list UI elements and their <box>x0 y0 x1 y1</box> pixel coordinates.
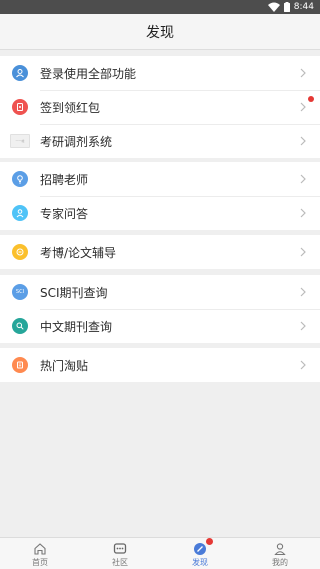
chevron-right-icon <box>300 208 306 218</box>
menu-group-tutoring: 考博/论文辅导 <box>0 235 320 269</box>
tab-label: 我的 <box>272 558 288 567</box>
chevron-right-icon <box>300 136 306 146</box>
tab-mine[interactable]: 我的 <box>240 538 320 569</box>
menu-item-sci-journal[interactable]: SCI SCI期刊查询 <box>0 275 320 309</box>
chevron-right-icon <box>300 247 306 257</box>
chevron-right-icon <box>300 321 306 331</box>
status-bar: 8:44 <box>0 0 320 14</box>
search-icon <box>12 318 28 334</box>
tab-home[interactable]: 首页 <box>0 538 80 569</box>
coin-icon <box>12 244 28 260</box>
user-icon <box>12 65 28 81</box>
profile-icon <box>274 543 286 556</box>
menu-item-label: 登录使用全部功能 <box>40 66 137 81</box>
menu-item-label: 中文期刊查询 <box>40 319 113 334</box>
menu-group-journals: SCI SCI期刊查询 中文期刊查询 <box>0 275 320 343</box>
tab-community[interactable]: 社区 <box>80 538 160 569</box>
menu-item-label: 招聘老师 <box>40 172 89 187</box>
menu-group-account: 登录使用全部功能 签到领红包 一一峰 考研调剂系统 <box>0 56 320 158</box>
bulb-icon <box>12 171 28 187</box>
sci-icon: SCI <box>12 284 28 300</box>
chat-icon <box>113 543 127 554</box>
tab-label: 社区 <box>112 558 128 567</box>
menu-item-chinese-journal[interactable]: 中文期刊查询 <box>0 309 320 343</box>
menu-group-posts: 热门淘贴 <box>0 348 320 382</box>
adjust-system-logo: 一一峰 <box>10 134 30 148</box>
menu-item-adjust-system[interactable]: 一一峰 考研调剂系统 <box>0 124 320 158</box>
menu-item-expert-qa[interactable]: 专家问答 <box>0 196 320 230</box>
menu-item-recruit-teacher[interactable]: 招聘老师 <box>0 162 320 196</box>
menu-item-label: SCI期刊查询 <box>40 285 108 300</box>
tab-discover[interactable]: 发现 <box>160 538 240 569</box>
menu-item-label: 考博/论文辅导 <box>40 245 117 260</box>
hot-posts-icon <box>12 357 28 373</box>
chevron-right-icon <box>300 68 306 78</box>
menu-item-checkin[interactable]: 签到领红包 <box>0 90 320 124</box>
menu-group-teachers: 招聘老师 专家问答 <box>0 162 320 230</box>
chevron-right-icon <box>300 174 306 184</box>
red-packet-icon <box>12 99 28 115</box>
page-title-bar: 发现 <box>0 14 320 50</box>
menu-item-login[interactable]: 登录使用全部功能 <box>0 56 320 90</box>
notification-dot <box>206 538 213 545</box>
chevron-right-icon <box>300 287 306 297</box>
chevron-right-icon <box>300 360 306 370</box>
discover-icon <box>194 543 206 555</box>
menu-item-label: 专家问答 <box>40 206 89 221</box>
status-time: 8:44 <box>293 2 314 12</box>
tab-label: 首页 <box>32 558 48 567</box>
home-icon <box>34 543 46 555</box>
tab-label: 发现 <box>192 558 208 567</box>
page-title: 发现 <box>146 24 174 41</box>
chevron-right-icon <box>300 102 306 112</box>
menu-item-phd-thesis[interactable]: 考博/论文辅导 <box>0 235 320 269</box>
menu-item-hot-posts[interactable]: 热门淘贴 <box>0 348 320 382</box>
menu-item-label: 热门淘贴 <box>40 358 89 373</box>
menu-item-label: 签到领红包 <box>40 100 101 115</box>
bottom-tab-bar: 首页 社区 发现 我的 <box>0 537 320 569</box>
wifi-icon <box>267 2 280 12</box>
expert-icon <box>12 205 28 221</box>
battery-icon <box>283 2 290 12</box>
menu-item-label: 考研调剂系统 <box>40 134 113 149</box>
notification-dot <box>308 96 314 102</box>
